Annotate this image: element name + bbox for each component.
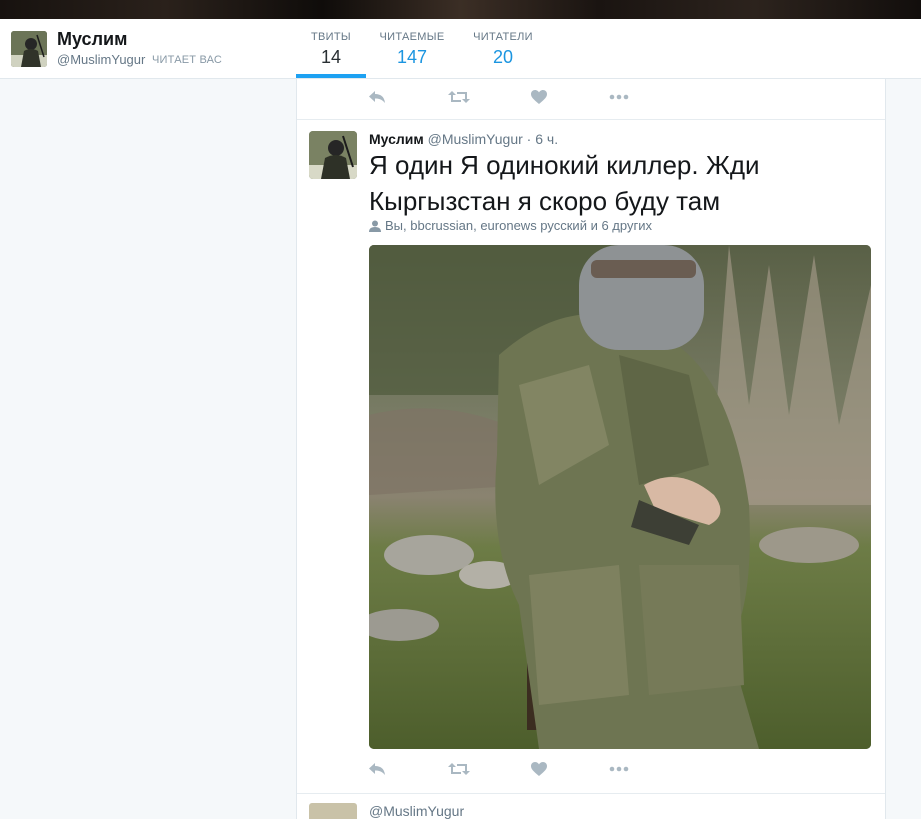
more-icon[interactable]: [607, 89, 631, 109]
stat-tweets-label: ТВИТЫ: [311, 31, 351, 43]
retweet-icon[interactable]: [447, 761, 471, 781]
tweet-actions: [297, 751, 885, 791]
like-icon[interactable]: [527, 89, 551, 109]
tweet-photo[interactable]: [369, 245, 871, 749]
more-icon[interactable]: [607, 761, 631, 781]
tweet-author-name[interactable]: Муслим: [369, 131, 424, 147]
profile-banner: [0, 0, 921, 19]
tweet-header: Муслим @MuslimYugur · 6 ч.: [369, 131, 558, 147]
tweet-mentions[interactable]: Вы, bbcrussian, euronews русский и 6 дру…: [369, 218, 652, 233]
profile-handle[interactable]: @MuslimYugur: [57, 52, 145, 67]
stat-tweets-value: 14: [320, 47, 342, 67]
tweet-divider: [297, 793, 885, 794]
reply-icon[interactable]: [365, 761, 389, 781]
timeline: Муслим @MuslimYugur · 6 ч. Я один Я один…: [296, 79, 886, 819]
profile-name[interactable]: Муслим: [57, 29, 127, 50]
reply-icon[interactable]: [365, 89, 389, 109]
stat-following-label: ЧИТАЕМЫЕ: [379, 31, 445, 43]
follows-you-badge: ЧИТАЕТ ВАС: [152, 54, 223, 66]
retweet-icon[interactable]: [447, 89, 471, 109]
tweet-mentions-text: Вы, bbcrussian, euronews русский и 6 дру…: [385, 218, 652, 233]
stat-following[interactable]: ЧИТАЕМЫЕ 147: [374, 31, 450, 78]
tweet-divider: [297, 119, 885, 120]
tweet-author-handle[interactable]: @MuslimYugur: [428, 131, 523, 147]
user-icon: [369, 220, 381, 232]
tweet-timestamp[interactable]: 6 ч.: [535, 131, 558, 147]
tweet-text: Я один Я одинокий киллер. Жди Кыргызстан…: [369, 150, 760, 216]
stat-tweets[interactable]: ТВИТЫ 14: [296, 31, 366, 78]
like-icon[interactable]: [527, 761, 551, 781]
next-tweet-avatar[interactable]: [309, 803, 357, 819]
profile-nav-bar: Муслим @MuslimYugur ЧИТАЕТ ВАС ТВИТЫ 14 …: [0, 19, 921, 79]
stat-followers-label: ЧИТАТЕЛИ: [473, 31, 533, 43]
stat-following-value: 147: [396, 47, 428, 67]
next-tweet-handle[interactable]: @MuslimYugur: [369, 803, 464, 819]
avatar[interactable]: [11, 31, 47, 67]
stat-followers-value: 20: [492, 47, 514, 67]
stat-followers[interactable]: ЧИТАТЕЛИ 20: [468, 31, 538, 78]
previous-tweet-actions: [297, 79, 885, 119]
tweet-time-separator: ·: [526, 131, 532, 147]
tweet-avatar[interactable]: [309, 131, 357, 179]
